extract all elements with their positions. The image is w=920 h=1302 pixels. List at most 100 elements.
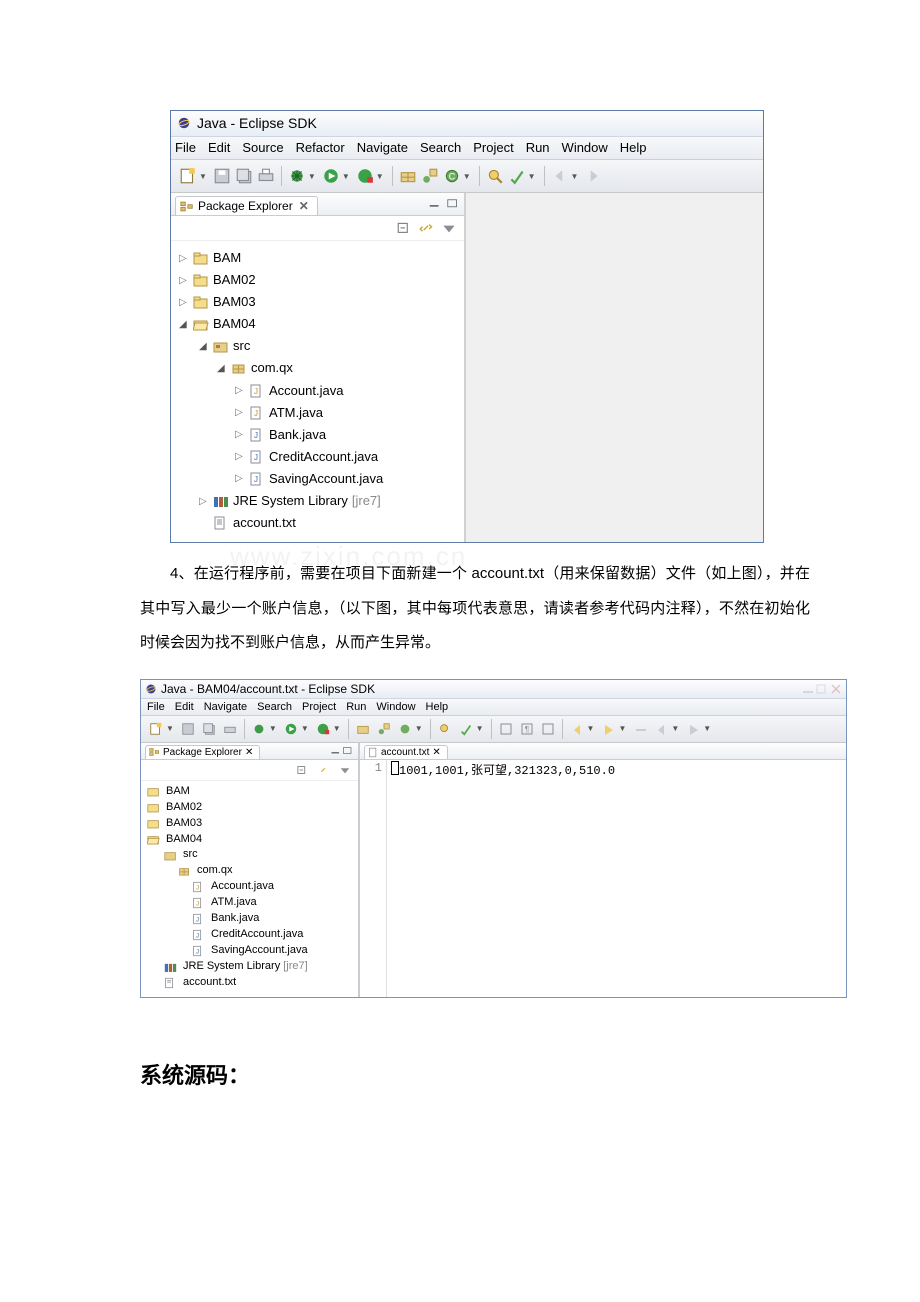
- menu-bar-2[interactable]: File Edit Navigate Search Project Run Wi…: [141, 699, 846, 716]
- toggle-block-icon[interactable]: [539, 720, 557, 738]
- tree-file-saving[interactable]: ▷ J SavingAccount.java: [179, 468, 462, 490]
- save-all-icon[interactable]: [235, 167, 253, 185]
- new-package-icon[interactable]: [399, 167, 417, 185]
- menu-window[interactable]: Window: [562, 140, 608, 155]
- package-explorer-tab-2[interactable]: Package Explorer ✕: [145, 745, 260, 759]
- last-edit-icon[interactable]: [568, 720, 586, 738]
- menu-file[interactable]: File: [175, 140, 196, 155]
- new-class-icon[interactable]: [375, 720, 393, 738]
- search-icon[interactable]: [486, 167, 504, 185]
- menu-project[interactable]: Project: [302, 701, 336, 713]
- menu-run[interactable]: Run: [346, 701, 366, 713]
- package-explorer-tab[interactable]: Package Explorer ✕: [175, 196, 318, 215]
- tree-file-bank[interactable]: JBank.java: [147, 911, 356, 927]
- next-annotation-icon[interactable]: [599, 720, 617, 738]
- close-icon[interactable]: ✕: [432, 747, 440, 758]
- print-icon[interactable]: [257, 167, 275, 185]
- minimize-icon[interactable]: [330, 746, 342, 756]
- maximize-icon[interactable]: [446, 198, 460, 210]
- back-icon[interactable]: [551, 167, 569, 185]
- editor-tab-account[interactable]: account.txt ✕: [364, 745, 448, 759]
- link-editor-icon[interactable]: [418, 220, 436, 236]
- run-icon[interactable]: [282, 720, 300, 738]
- menu-run[interactable]: Run: [526, 140, 550, 155]
- debug-icon[interactable]: [250, 720, 268, 738]
- ext-tools-icon[interactable]: [314, 720, 332, 738]
- new-class-icon[interactable]: [421, 167, 439, 185]
- tree-file-txt[interactable]: account.txt: [147, 975, 356, 991]
- tree-project-bam[interactable]: ▷ BAM: [179, 247, 462, 269]
- new-package-icon[interactable]: [354, 720, 372, 738]
- project-tree-2[interactable]: BAM BAM02 BAM03 BAM04 src com.qx JAccoun…: [141, 781, 358, 997]
- close-icon[interactable]: ✕: [299, 199, 309, 213]
- tree-package[interactable]: ◢ com.qx: [179, 357, 462, 379]
- menu-bar-1[interactable]: File Edit Source Refactor Navigate Searc…: [171, 137, 763, 160]
- tree-project-bam03[interactable]: ▷ BAM03: [179, 291, 462, 313]
- tree-jre[interactable]: JRE System Library [jre7]: [147, 959, 356, 975]
- menu-help[interactable]: Help: [620, 140, 647, 155]
- tree-project-bam[interactable]: BAM: [147, 784, 356, 800]
- tree-file-atm[interactable]: ▷ J ATM.java: [179, 402, 462, 424]
- tasks-icon[interactable]: [508, 167, 526, 185]
- open-type-icon[interactable]: C: [443, 167, 461, 185]
- menu-search[interactable]: Search: [257, 701, 292, 713]
- tree-package[interactable]: com.qx: [147, 863, 356, 879]
- menu-edit[interactable]: Edit: [208, 140, 230, 155]
- menu-source[interactable]: Source: [242, 140, 283, 155]
- menu-help[interactable]: Help: [426, 701, 449, 713]
- tasks-icon[interactable]: [457, 720, 475, 738]
- tree-file-saving[interactable]: JSavingAccount.java: [147, 943, 356, 959]
- tree-project-bam04[interactable]: BAM04: [147, 832, 356, 848]
- tree-src[interactable]: ◢ src: [179, 335, 462, 357]
- menu-navigate[interactable]: Navigate: [357, 140, 408, 155]
- new-icon[interactable]: [147, 720, 165, 738]
- print-icon[interactable]: [221, 720, 239, 738]
- window-controls[interactable]: [802, 684, 842, 694]
- ext-tools-icon[interactable]: [356, 167, 374, 185]
- menu-refactor[interactable]: Refactor: [296, 140, 345, 155]
- menu-project[interactable]: Project: [473, 140, 513, 155]
- tree-file-account[interactable]: ▷ J Account.java: [179, 380, 462, 402]
- menu-edit[interactable]: Edit: [175, 701, 194, 713]
- menu-window[interactable]: Window: [376, 701, 415, 713]
- back-nav-icon[interactable]: [652, 720, 670, 738]
- tree-file-credit[interactable]: ▷ J CreditAccount.java: [179, 446, 462, 468]
- toggle-ws-icon[interactable]: ¶: [518, 720, 536, 738]
- tree-project-bam04[interactable]: ◢ BAM04: [179, 313, 462, 335]
- tree-project-bam03[interactable]: BAM03: [147, 816, 356, 832]
- maximize-icon[interactable]: [342, 746, 354, 756]
- tree-project-bam02[interactable]: ▷ BAM02: [179, 269, 462, 291]
- save-all-icon[interactable]: [200, 720, 218, 738]
- menu-search[interactable]: Search: [420, 140, 461, 155]
- prev-annotation-icon[interactable]: [631, 720, 649, 738]
- tree-src[interactable]: src: [147, 847, 356, 863]
- menu-navigate[interactable]: Navigate: [204, 701, 247, 713]
- link-editor-icon[interactable]: [315, 762, 333, 778]
- tree-project-bam02[interactable]: BAM02: [147, 800, 356, 816]
- collapse-all-icon[interactable]: [396, 220, 414, 236]
- toggle-mark-icon[interactable]: [497, 720, 515, 738]
- tree-file-txt[interactable]: account.txt: [179, 512, 462, 534]
- debug-icon[interactable]: [288, 167, 306, 185]
- tree-file-account[interactable]: JAccount.java: [147, 879, 356, 895]
- tree-file-bank[interactable]: ▷ J Bank.java: [179, 424, 462, 446]
- menu-file[interactable]: File: [147, 701, 165, 713]
- collapse-all-icon[interactable]: [294, 762, 312, 778]
- open-type-icon[interactable]: [396, 720, 414, 738]
- minimize-icon[interactable]: [428, 198, 442, 210]
- close-icon[interactable]: ✕: [245, 747, 253, 758]
- editor-body[interactable]: 1 1001,1001,张可望,321323,0,510.0: [360, 760, 846, 997]
- forward-icon[interactable]: [584, 167, 602, 185]
- tree-file-atm[interactable]: JATM.java: [147, 895, 356, 911]
- forward-nav-icon[interactable]: [684, 720, 702, 738]
- tree-file-credit[interactable]: JCreditAccount.java: [147, 927, 356, 943]
- project-tree[interactable]: ▷ BAM ▷ BAM02 ▷ BAM03 ◢ BAM04: [171, 241, 464, 542]
- new-icon[interactable]: [179, 167, 197, 185]
- save-icon[interactable]: [213, 167, 231, 185]
- search-icon[interactable]: [436, 720, 454, 738]
- view-menu-icon[interactable]: [336, 762, 354, 778]
- view-menu-icon[interactable]: [440, 220, 458, 236]
- save-icon[interactable]: [179, 720, 197, 738]
- tree-jre[interactable]: ▷ JRE System Library [jre7]: [179, 490, 462, 512]
- run-icon[interactable]: [322, 167, 340, 185]
